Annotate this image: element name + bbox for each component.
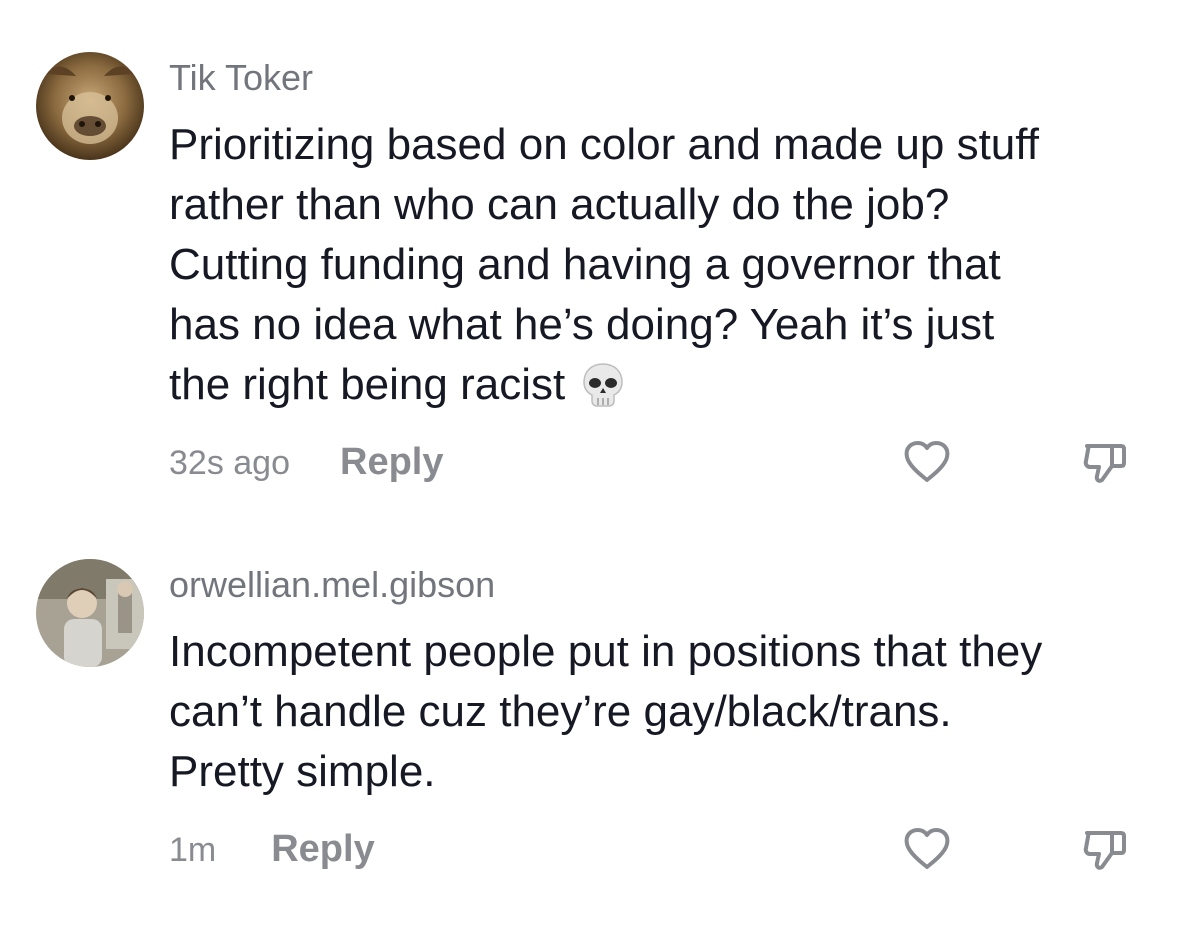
comment-timestamp: 1m	[169, 831, 217, 869]
heart-icon[interactable]	[901, 436, 953, 488]
comment-username[interactable]: Tik Toker	[169, 56, 313, 100]
comment-text-line: Pretty simple.	[169, 747, 436, 796]
comment-text: Incompetent people put in positions that…	[169, 622, 1159, 802]
dislike-icon[interactable]	[1079, 436, 1131, 488]
avatar[interactable]	[36, 559, 144, 667]
comment-timestamp: 32s ago	[169, 444, 290, 482]
dislike-icon[interactable]	[1079, 823, 1131, 875]
comment-text-line: can’t handle cuz they’re gay/black/trans…	[169, 687, 952, 736]
comment-text-line: Cutting funding and having a governor th…	[169, 240, 1001, 289]
skull-icon	[579, 361, 627, 409]
heart-icon[interactable]	[901, 823, 953, 875]
avatar[interactable]	[36, 52, 144, 160]
comment-text: Prioritizing based on color and made up …	[169, 115, 1159, 415]
comment-text-line-last: the right being racist	[169, 355, 1159, 415]
comment-text-line: Prioritizing based on color and made up …	[169, 120, 1039, 169]
comment-text-line: has no idea what he’s doing? Yeah it’s j…	[169, 300, 995, 349]
reply-button[interactable]: Reply	[271, 828, 374, 870]
comment-text-line: Incompetent people put in positions that…	[169, 627, 1043, 676]
reply-button[interactable]: Reply	[340, 441, 443, 483]
avatar-image	[36, 52, 144, 160]
comment-meta: 32s ago Reply	[169, 437, 443, 487]
comment-username[interactable]: orwellian.mel.gibson	[169, 563, 495, 607]
avatar-image	[36, 559, 144, 667]
comment-text-line: rather than who can actually do the job?	[169, 180, 950, 229]
comment-item: orwellian.mel.gibson Incompetent people …	[0, 520, 1179, 930]
comment-meta: 1m Reply	[169, 824, 375, 874]
comment-text-fragment: the right being racist	[169, 360, 566, 409]
comment-item: Tik Toker Prioritizing based on color an…	[0, 0, 1179, 520]
